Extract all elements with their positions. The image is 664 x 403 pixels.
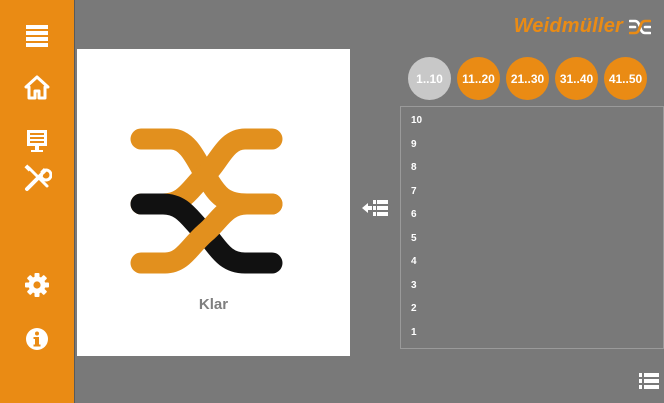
move-to-list-icon[interactable] bbox=[360, 198, 390, 218]
weidmuller-logo-icon bbox=[130, 128, 283, 274]
display-button[interactable] bbox=[22, 126, 52, 156]
home-button[interactable] bbox=[22, 72, 52, 102]
list-item[interactable]: 8 bbox=[411, 162, 417, 174]
sidebar bbox=[0, 0, 75, 403]
list-item[interactable]: 1 bbox=[411, 327, 417, 339]
weidmuller-mark-icon bbox=[629, 19, 651, 34]
channel-list: 10 9 8 7 6 5 4 3 2 1 bbox=[400, 106, 664, 349]
list-item[interactable]: 3 bbox=[411, 280, 417, 292]
range-button-41-50[interactable]: 41..50 bbox=[604, 57, 647, 100]
tools-icon bbox=[24, 164, 52, 191]
tools-button[interactable] bbox=[22, 163, 52, 193]
list-item[interactable]: 6 bbox=[411, 209, 417, 221]
settings-button[interactable] bbox=[22, 270, 52, 300]
brand-name: Weidmüller bbox=[513, 15, 623, 37]
list-item[interactable]: 2 bbox=[411, 303, 417, 315]
home-icon bbox=[24, 75, 50, 100]
brand-logo: Weidmüller bbox=[514, 15, 651, 38]
status-panel: Klar bbox=[77, 49, 350, 356]
list-item[interactable]: 9 bbox=[411, 139, 417, 151]
range-button-21-30[interactable]: 21..30 bbox=[506, 57, 549, 100]
status-label: Klar bbox=[198, 296, 229, 313]
list-icon[interactable] bbox=[638, 372, 660, 390]
list-item[interactable]: 10 bbox=[411, 115, 422, 127]
range-selector: 1..10 11..20 21..30 31..40 41..50 bbox=[408, 57, 647, 100]
info-button[interactable] bbox=[22, 324, 52, 354]
list-item[interactable]: 4 bbox=[411, 256, 417, 268]
menu-button[interactable] bbox=[22, 21, 52, 51]
info-icon bbox=[26, 328, 48, 350]
gear-icon bbox=[25, 273, 49, 297]
monitor-icon bbox=[27, 130, 47, 152]
range-button-11-20[interactable]: 11..20 bbox=[457, 57, 500, 100]
range-button-31-40[interactable]: 31..40 bbox=[555, 57, 598, 100]
list-item[interactable]: 7 bbox=[411, 186, 417, 198]
range-button-1-10[interactable]: 1..10 bbox=[408, 57, 451, 100]
hamburger-menu-icon bbox=[26, 25, 48, 47]
list-item[interactable]: 5 bbox=[411, 233, 417, 245]
